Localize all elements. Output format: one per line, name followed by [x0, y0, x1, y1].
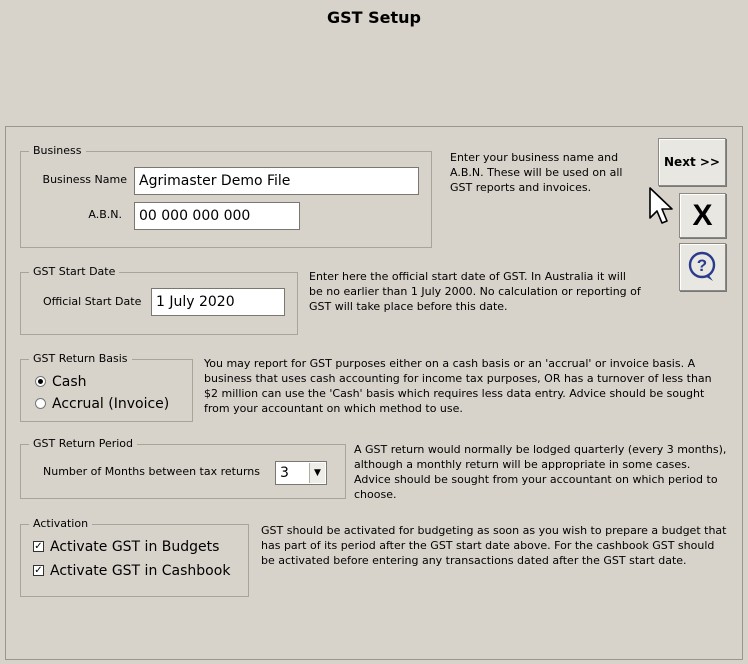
activation-group: Activation ✓ Activate GST in Budgets ✓ Act… — [20, 517, 249, 597]
accrual-radio-indicator — [35, 397, 46, 409]
official-start-date-input[interactable]: 1 July 2020 — [151, 288, 285, 316]
start-date-group: GST Start Date Official Start Date 1 Jul… — [20, 265, 298, 335]
return-basis-group-title: GST Return Basis — [29, 352, 132, 366]
official-start-date-label: Official Start Date — [43, 295, 142, 308]
return-period-help-text: A GST return would normally be lodged qu… — [354, 443, 727, 501]
next-button[interactable]: Next >> — [658, 138, 726, 186]
accrual-radio-label: Accrual (Invoice) — [52, 396, 170, 412]
start-date-group-title: GST Start Date — [29, 265, 120, 279]
cash-radio-indicator — [35, 375, 46, 387]
business-group: Business Business Name Agrimaster Demo F… — [20, 144, 432, 248]
abn-label: A.B.N. — [88, 208, 122, 221]
question-mark-icon: ? — [688, 251, 715, 281]
help-button[interactable]: ? — [679, 243, 726, 291]
return-basis-help-text: You may report for GST purposes either o… — [204, 357, 712, 415]
abn-input[interactable]: 00 000 000 000 — [134, 202, 300, 230]
business-name-label: Business Name — [42, 173, 127, 186]
activate-budgets-checkbox[interactable]: ✓ Activate GST in Budgets — [33, 538, 219, 556]
months-between-returns-select[interactable]: 3 ▼ — [275, 461, 327, 485]
activate-budgets-label: Activate GST in Budgets — [50, 539, 220, 555]
accrual-radio[interactable]: Accrual (Invoice) — [35, 395, 169, 413]
start-date-help-text: Enter here the official start date of GS… — [309, 270, 641, 313]
return-period-group: GST Return Period Number of Months betwe… — [20, 437, 346, 499]
business-name-input[interactable]: Agrimaster Demo File — [134, 167, 419, 195]
window-title: GST Setup — [326, 8, 421, 27]
activate-cashbook-check-indicator: ✓ — [33, 564, 44, 576]
activate-budgets-check-indicator: ✓ — [33, 540, 44, 552]
business-group-title: Business — [29, 144, 86, 158]
business-help-text: Enter your business name and A.B.N. Thes… — [450, 151, 623, 194]
return-basis-group: GST Return Basis Cash Accrual (Invoice) — [20, 352, 193, 422]
next-button-label: Next >> — [664, 155, 720, 169]
return-period-group-title: GST Return Period — [29, 437, 138, 451]
cash-radio-label: Cash — [52, 374, 87, 390]
close-button[interactable]: X — [679, 193, 726, 238]
gst-setup-panel: Business Business Name Agrimaster Demo F… — [5, 126, 743, 660]
activate-cashbook-checkbox[interactable]: ✓ Activate GST in Cashbook — [33, 562, 230, 580]
activation-group-title: Activation — [29, 517, 93, 531]
close-icon: X — [692, 198, 713, 232]
cash-radio[interactable]: Cash — [35, 373, 87, 391]
months-between-returns-value: 3 — [280, 465, 289, 481]
svg-text:?: ? — [696, 256, 706, 275]
mouse-pointer-icon — [649, 187, 673, 224]
activate-cashbook-label: Activate GST in Cashbook — [50, 563, 231, 579]
activation-help-text: GST should be activated for budgeting as… — [261, 524, 727, 567]
months-between-returns-label: Number of Months between tax returns — [43, 465, 260, 478]
dropdown-arrow-icon[interactable]: ▼ — [309, 463, 325, 483]
